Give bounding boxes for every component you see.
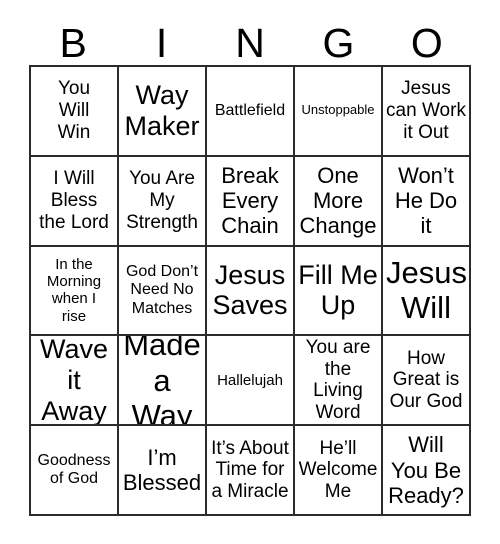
bingo-row: You Will Win Way Maker Battlefield Unsto…: [31, 67, 471, 157]
bingo-header-letter-i: I: [155, 20, 168, 66]
bingo-cell-label: In the Morning when I rise: [46, 256, 102, 325]
bingo-cell-n1[interactable]: Battlefield: [207, 67, 295, 157]
bingo-cell-label: Jesus Will: [386, 255, 467, 326]
bingo-row: Wave it Away Made a Way Hallelujah You a…: [31, 336, 471, 427]
bingo-header-letter-n: N: [235, 20, 265, 66]
bingo-cell-g3[interactable]: Fill Me Up: [295, 246, 383, 337]
bingo-cell-o5[interactable]: Will You Be Ready?: [383, 426, 471, 516]
bingo-cell-i5[interactable]: I’m Blessed: [119, 426, 207, 516]
bingo-cell-o3[interactable]: Jesus Will: [383, 246, 471, 337]
bingo-cell-i4[interactable]: Made a Way: [119, 336, 207, 427]
bingo-cell-g4[interactable]: You are the Living Word: [295, 336, 383, 427]
bingo-row: Goodness of God I’m Blessed It’s About T…: [31, 426, 471, 516]
bingo-cell-label: Unstoppable: [301, 102, 375, 118]
bingo-cell-i1[interactable]: Way Maker: [119, 67, 207, 157]
bingo-cell-label: He’ll Welcome Me: [298, 437, 378, 502]
bingo-cell-label: God Don’t Need No Matches: [125, 263, 199, 317]
bingo-cell-b4[interactable]: Wave it Away: [31, 336, 119, 427]
bingo-cell-label: Goodness of God: [37, 451, 111, 488]
bingo-cell-label: Wave it Away: [39, 336, 108, 426]
bingo-cell-label: You Will Win: [57, 78, 91, 143]
bingo-cell-b5[interactable]: Goodness of God: [31, 426, 119, 516]
bingo-grid: You Will Win Way Maker Battlefield Unsto…: [29, 65, 471, 516]
bingo-cell-label: Jesus can Work it Out: [386, 78, 466, 143]
bingo-cell-g1[interactable]: Unstoppable: [295, 67, 383, 157]
bingo-cell-o1[interactable]: Jesus can Work it Out: [383, 67, 471, 157]
bingo-cell-label: Made a Way: [123, 336, 201, 427]
bingo-cell-label: Will You Be Ready?: [388, 432, 464, 508]
bingo-cell-n2[interactable]: Break Every Chain: [207, 156, 295, 247]
bingo-row: I Will Bless the Lord You Are My Strengt…: [31, 156, 471, 247]
bingo-cell-o2[interactable]: Won’t He Do it: [383, 156, 471, 247]
bingo-cell-label: You are the Living Word: [305, 336, 371, 423]
bingo-cell-label: Fill Me Up: [298, 259, 378, 321]
bingo-cell-label: Way Maker: [124, 80, 200, 141]
bingo-cell-b1[interactable]: You Will Win: [31, 67, 119, 157]
bingo-header-letter-o: O: [410, 20, 443, 66]
bingo-cell-b2[interactable]: I Will Bless the Lord: [31, 156, 119, 247]
bingo-cell-g2[interactable]: One More Change: [295, 156, 383, 247]
bingo-cell-label: Hallelujah: [217, 371, 283, 389]
bingo-cell-label: Won’t He Do it: [394, 163, 458, 239]
bingo-cell-i2[interactable]: You Are My Strength: [119, 156, 207, 247]
bingo-cell-label: How Great is Our God: [389, 347, 463, 413]
bingo-cell-o4[interactable]: How Great is Our God: [383, 336, 471, 427]
bingo-cell-b3[interactable]: In the Morning when I rise: [31, 246, 119, 337]
bingo-cell-i3[interactable]: God Don’t Need No Matches: [119, 246, 207, 337]
bingo-card: B I N G O You Will Win Way Maker Battlef…: [0, 0, 500, 544]
bingo-cell-label: Battlefield: [214, 101, 286, 119]
bingo-row: In the Morning when I rise God Don’t Nee…: [31, 246, 471, 337]
bingo-header-letter-g: G: [322, 20, 355, 66]
bingo-cell-label: One More Change: [299, 163, 377, 239]
bingo-cell-label: Jesus Saves: [212, 259, 288, 321]
bingo-header-row: B I N G O: [29, 16, 471, 65]
bingo-cell-n4[interactable]: Hallelujah: [207, 336, 295, 427]
bingo-cell-label: It’s About Time for a Miracle: [211, 437, 289, 502]
bingo-header-letter-b: B: [59, 20, 87, 66]
bingo-cell-n5[interactable]: It’s About Time for a Miracle: [207, 426, 295, 516]
bingo-cell-g5[interactable]: He’ll Welcome Me: [295, 426, 383, 516]
bingo-cell-label: Break Every Chain: [221, 163, 279, 239]
bingo-cell-label: I Will Bless the Lord: [39, 168, 109, 233]
bingo-cell-label: You Are My Strength: [126, 168, 198, 233]
bingo-cell-label: I’m Blessed: [122, 445, 202, 496]
bingo-cell-n3[interactable]: Jesus Saves: [207, 246, 295, 337]
